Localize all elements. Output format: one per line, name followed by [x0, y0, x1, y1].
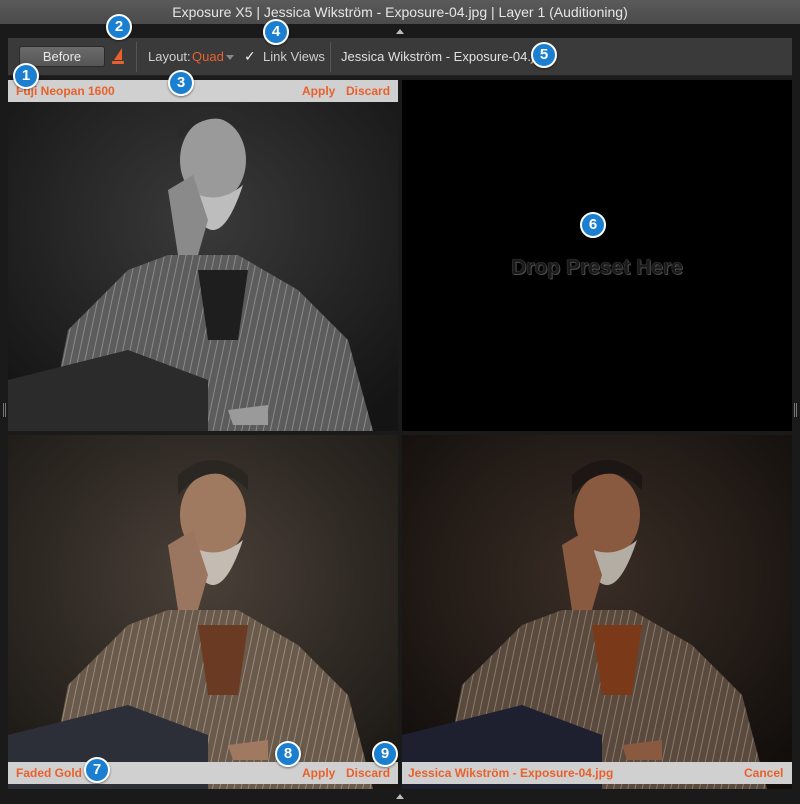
layout-label: Layout: — [148, 49, 191, 64]
split-view-icon[interactable] — [111, 46, 125, 66]
chevron-down-icon[interactable] — [226, 55, 234, 60]
discard-button[interactable]: Discard — [346, 766, 390, 780]
callout-badge: 1 — [13, 63, 39, 89]
left-panel-handle-icon[interactable] — [3, 403, 6, 417]
pane-bottom-right[interactable]: Jessica Wikström - Exposure-04.jpg Cance… — [402, 435, 792, 789]
toolbar-filename: Jessica Wikström - Exposure-04.jpg — [341, 49, 549, 64]
callout-badge: 4 — [263, 19, 289, 45]
callout-badge: 7 — [84, 757, 110, 783]
cancel-button[interactable]: Cancel — [744, 766, 783, 780]
callout-badge: 9 — [372, 741, 398, 767]
pane-bottom-left-bar: Faded Gold Apply Discard — [8, 762, 398, 784]
pane-top-right[interactable]: Drop Preset Here — [402, 80, 792, 431]
pane-top-left-bar: Fuji Neopan 1600 Apply Discard — [8, 80, 398, 102]
original-filename: Jessica Wikström - Exposure-04.jpg — [408, 766, 614, 780]
audition-toolbar: Before Layout: Quad ✓ Link Views Jessica… — [8, 38, 792, 76]
link-views-label[interactable]: Link Views — [263, 49, 325, 64]
collapse-top-arrow-icon[interactable] — [396, 29, 404, 34]
layout-dropdown[interactable]: Quad — [192, 49, 224, 64]
callout-badge: 8 — [275, 741, 301, 767]
callout-badge: 2 — [106, 14, 132, 40]
discard-button[interactable]: Discard — [346, 84, 390, 98]
preview-image-faded-gold — [8, 435, 398, 789]
drop-preset-target[interactable]: Drop Preset Here — [402, 256, 792, 280]
link-views-checkbox[interactable]: ✓ — [244, 48, 256, 65]
apply-button[interactable]: Apply — [302, 766, 335, 780]
preset-name: Faded Gold — [16, 766, 82, 780]
pane-bottom-left[interactable]: Faded Gold Apply Discard — [8, 435, 398, 789]
callout-badge: 6 — [580, 212, 606, 238]
callout-badge: 3 — [168, 70, 194, 96]
apply-button[interactable]: Apply — [302, 84, 335, 98]
toolbar-separator — [136, 42, 137, 72]
callout-badge: 5 — [531, 42, 557, 68]
collapse-bottom-arrow-icon[interactable] — [396, 794, 404, 799]
right-panel-handle-icon[interactable] — [794, 403, 797, 417]
preview-image-bw — [8, 80, 398, 431]
pane-top-left[interactable]: Fuji Neopan 1600 Apply Discard — [8, 80, 398, 431]
pane-bottom-right-bar: Jessica Wikström - Exposure-04.jpg Cance… — [402, 762, 792, 784]
preview-image-original — [402, 435, 792, 789]
toolbar-separator — [330, 42, 331, 72]
